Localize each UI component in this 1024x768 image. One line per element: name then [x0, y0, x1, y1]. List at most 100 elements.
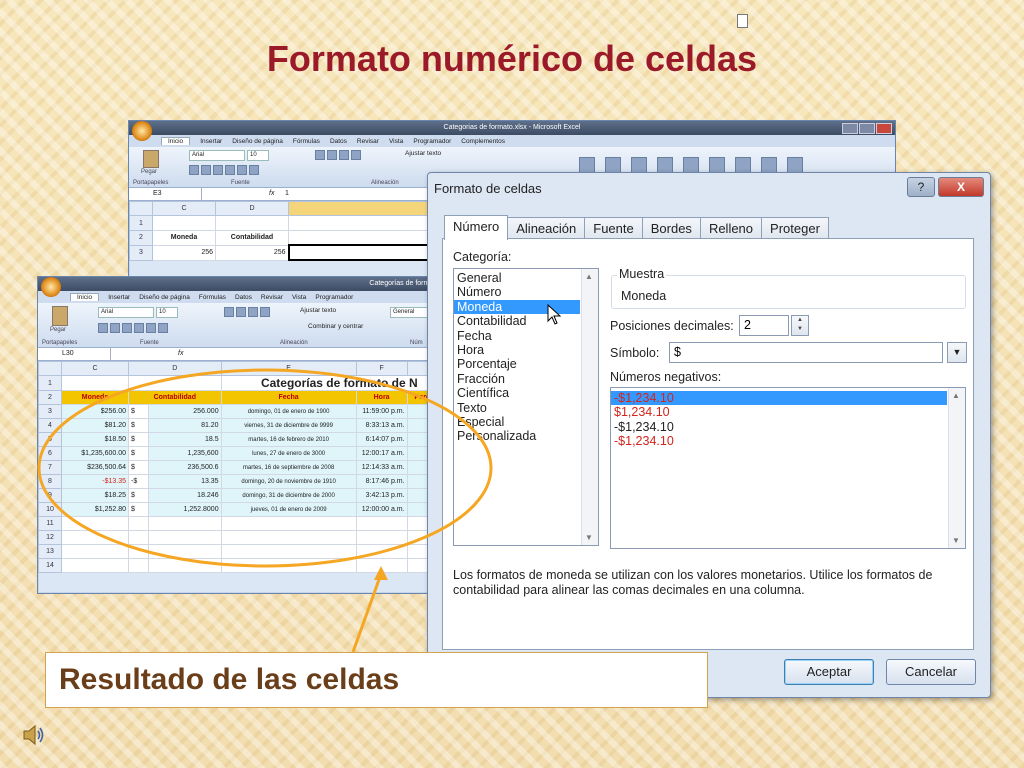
tab-complementos[interactable]: Complementos	[461, 138, 505, 145]
cell[interactable]: domingo, 20 de noviembre de 1910	[220, 474, 357, 489]
cell[interactable]: 1,252.8000	[148, 502, 222, 517]
category-item[interactable]: Científica	[454, 386, 580, 400]
tab-vista[interactable]: Vista	[389, 138, 403, 145]
align-bottom-icon[interactable]	[248, 307, 258, 317]
tab-numero[interactable]: Número	[444, 215, 509, 240]
cell[interactable]: viernes, 31 de diciembre de 9999	[220, 418, 357, 433]
cell[interactable]: 18.5	[148, 432, 222, 447]
border-icon[interactable]	[134, 323, 144, 333]
cell[interactable]: $18.50	[61, 432, 129, 447]
align-middle-icon[interactable]	[327, 150, 337, 160]
row-header[interactable]: 7	[38, 460, 62, 475]
cell[interactable]	[61, 375, 129, 391]
row-header[interactable]: 3	[129, 244, 153, 261]
cell[interactable]	[127, 544, 150, 559]
cell[interactable]: jueves, 01 de enero de 2009	[220, 502, 357, 517]
cell[interactable]	[215, 215, 289, 231]
wrap-text-button[interactable]: Ajustar texto	[405, 150, 441, 157]
negative-numbers-list[interactable]: ▲ ▼ -$1,234.10 $1,234.10 -$1,234.10 -$1,234…	[610, 387, 966, 549]
cell[interactable]: 13.35	[148, 474, 222, 489]
format-cells-icon[interactable]	[709, 157, 725, 173]
tab-bordes[interactable]: Bordes	[641, 217, 701, 239]
cell[interactable]	[128, 375, 222, 391]
cell[interactable]: $256.00	[61, 404, 129, 419]
negative-format-item[interactable]: $1,234.10	[611, 405, 947, 419]
ok-button[interactable]: Aceptar	[784, 659, 874, 685]
decimals-spinner[interactable]: ▲ ▼	[791, 315, 809, 336]
cell[interactable]: 81.20	[148, 418, 222, 433]
row-header[interactable]: 6	[38, 446, 62, 461]
tab-programador[interactable]: Programador	[413, 138, 451, 145]
fill-color-icon[interactable]	[146, 323, 156, 333]
negatives-scrollbar[interactable]: ▲ ▼	[948, 388, 965, 548]
scroll-up-icon[interactable]: ▲	[952, 391, 960, 400]
name-box[interactable]: E3	[133, 188, 202, 200]
tab-insertar[interactable]: Insertar	[108, 294, 130, 301]
cell[interactable]	[355, 516, 408, 531]
row-header[interactable]: 2	[38, 390, 62, 405]
cell[interactable]: -$13.35	[61, 474, 129, 489]
category-item[interactable]: Especial	[454, 415, 580, 429]
category-item[interactable]: Porcentaje	[454, 357, 580, 371]
minimize-icon[interactable]	[842, 123, 858, 134]
font-size-box[interactable]: 10	[247, 150, 269, 161]
font-name-box[interactable]: Arial	[189, 150, 245, 161]
cell[interactable]	[355, 558, 408, 573]
sum-icon[interactable]	[735, 157, 751, 173]
row-header[interactable]: 9	[38, 488, 62, 503]
border-icon[interactable]	[225, 165, 235, 175]
row-header[interactable]: 3	[38, 404, 62, 419]
category-item[interactable]: Número	[454, 285, 580, 299]
orientation-icon[interactable]	[351, 150, 361, 160]
orientation-icon[interactable]	[260, 307, 270, 317]
row-header[interactable]: 8	[38, 474, 62, 489]
row-header[interactable]: 1	[38, 375, 62, 391]
cell[interactable]: 256	[215, 244, 289, 261]
cell[interactable]: $236,500.64	[61, 460, 129, 475]
cell[interactable]: $	[127, 488, 150, 503]
cell[interactable]	[127, 516, 150, 531]
cell[interactable]: $	[127, 404, 150, 419]
insert-cells-icon[interactable]	[657, 157, 673, 173]
row-header[interactable]: 2	[129, 230, 153, 246]
tab-formulas[interactable]: Fórmulas	[199, 294, 226, 301]
select-all-corner[interactable]	[38, 361, 62, 376]
formula-input[interactable]: 1	[285, 188, 289, 200]
scroll-up-icon[interactable]: ▲	[585, 272, 593, 281]
category-item[interactable]: Hora	[454, 343, 580, 357]
cell[interactable]: domingo, 31 de diciembre de 2000	[220, 488, 357, 503]
decimals-input[interactable]: 2	[739, 315, 789, 336]
select-all-corner[interactable]	[129, 201, 153, 216]
cell[interactable]: Moneda	[152, 230, 216, 246]
tab-insertar[interactable]: Insertar	[200, 138, 222, 145]
cell[interactable]	[127, 558, 150, 573]
cell-styles-icon[interactable]	[631, 157, 647, 173]
cell[interactable]: 236,500.6	[148, 460, 222, 475]
merge-center-button[interactable]: Combinar y centrar	[308, 323, 363, 330]
cell[interactable]	[148, 530, 222, 545]
cell[interactable]: $	[127, 432, 150, 447]
bold-icon[interactable]	[98, 323, 108, 333]
font-color-icon[interactable]	[249, 165, 259, 175]
cell[interactable]	[61, 516, 129, 531]
font-name-box[interactable]: Arial	[98, 307, 154, 318]
cell[interactable]: Contabilidad	[215, 230, 289, 246]
cell[interactable]: 256	[152, 244, 216, 261]
col-header[interactable]: D	[128, 361, 222, 376]
align-middle-icon[interactable]	[236, 307, 246, 317]
negative-format-item[interactable]: -$1,234.10	[611, 420, 947, 434]
find-icon[interactable]	[787, 157, 803, 173]
tab-formulas[interactable]: Fórmulas	[293, 138, 320, 145]
row-header[interactable]: 14	[38, 558, 62, 573]
cell[interactable]: 12:00:17 a.m.	[355, 446, 408, 461]
cell[interactable]	[148, 558, 222, 573]
cell[interactable]	[61, 530, 129, 545]
close-icon[interactable]	[876, 123, 892, 134]
excel-front-titlebar[interactable]: Categorías de formato Ol	[38, 277, 458, 297]
scroll-down-icon[interactable]: ▼	[952, 536, 960, 545]
cell[interactable]	[220, 544, 357, 559]
col-header[interactable]: D	[215, 201, 289, 216]
tab-inicio[interactable]: Inicio	[70, 293, 100, 301]
tab-proteger[interactable]: Proteger	[761, 217, 829, 239]
symbol-select[interactable]: $	[669, 342, 943, 363]
